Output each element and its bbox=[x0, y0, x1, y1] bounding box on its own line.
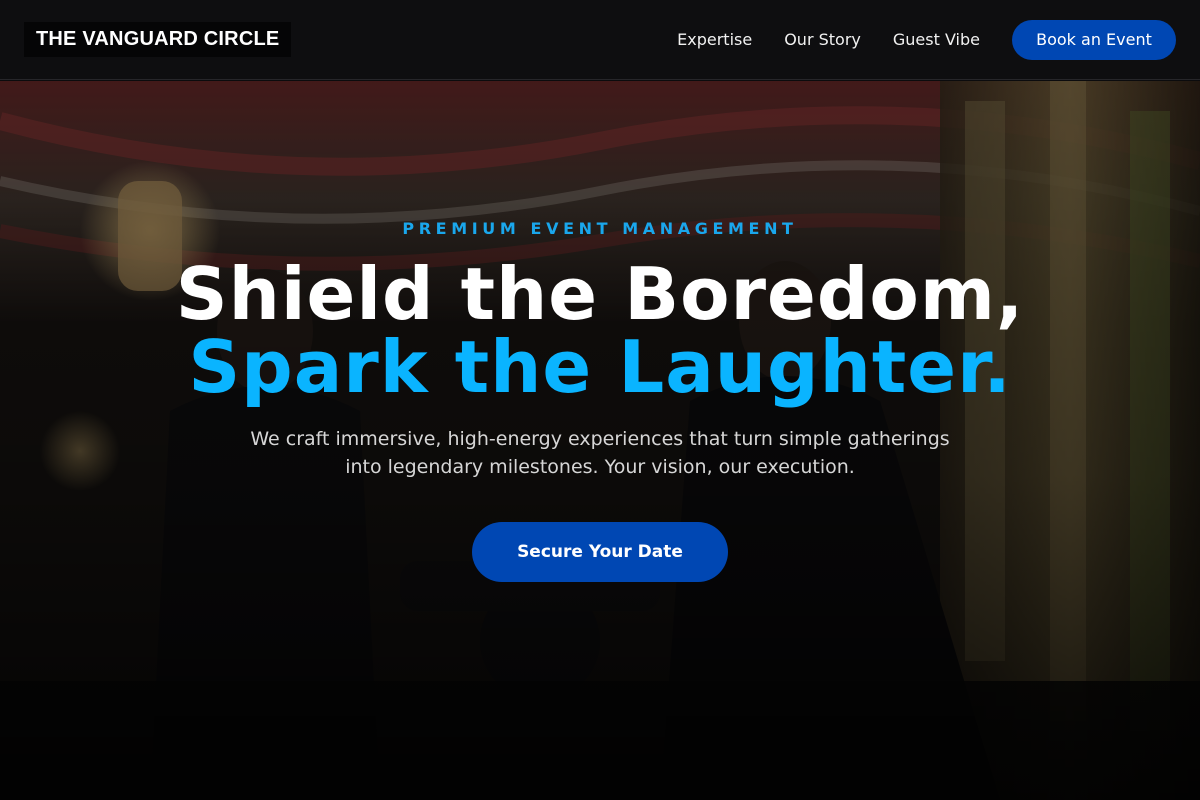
hero-subtitle: We craft immersive, high-energy experien… bbox=[250, 428, 950, 478]
main-nav: Expertise Our Story Guest Vibe Book an E… bbox=[677, 19, 1176, 60]
brand-logo[interactable]: THE VANGUARD CIRCLE bbox=[24, 22, 292, 57]
nav-link-our-story[interactable]: Our Story bbox=[784, 30, 861, 49]
hero-eyebrow: PREMIUM EVENT MANAGEMENT bbox=[402, 219, 798, 238]
site-header: THE VANGUARD CIRCLE Expertise Our Story … bbox=[0, 0, 1200, 80]
nav-link-guest-vibe[interactable]: Guest Vibe bbox=[893, 30, 980, 49]
hero-title-line-2: Spark the Laughter. bbox=[188, 325, 1012, 409]
nav-link-expertise[interactable]: Expertise bbox=[677, 30, 752, 49]
hero-section: PREMIUM EVENT MANAGEMENT Shield the Bore… bbox=[0, 81, 1200, 800]
book-event-button[interactable]: Book an Event bbox=[1012, 19, 1176, 60]
secure-date-button[interactable]: Secure Your Date bbox=[472, 522, 728, 582]
